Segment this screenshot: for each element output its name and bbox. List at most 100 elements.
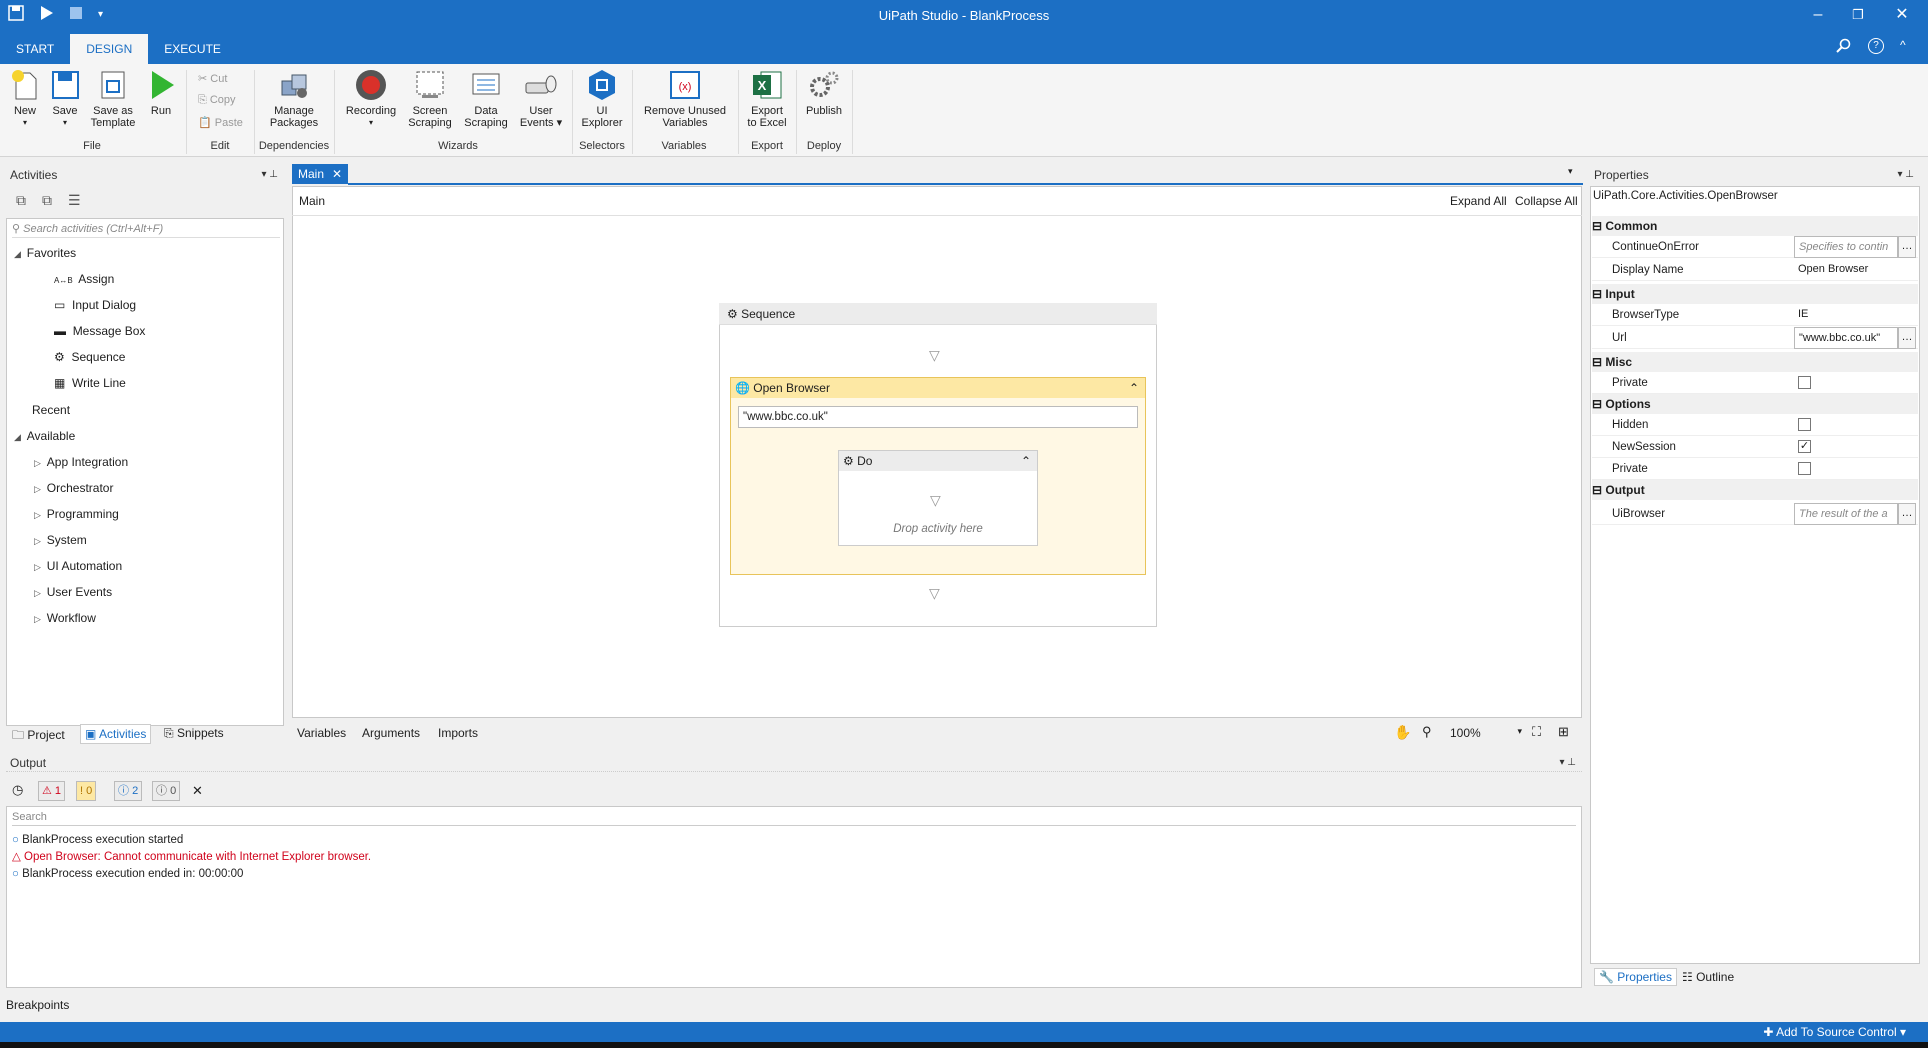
tab-activities[interactable]: ▣ Activities — [80, 724, 152, 744]
tree-item-programming[interactable]: ▷ Programming — [34, 507, 119, 521]
show-hierarchy-icon[interactable]: ☰ — [68, 192, 81, 209]
data-scraping-button[interactable]: Data Scraping — [460, 68, 512, 129]
publish-button[interactable]: Publish — [802, 68, 846, 117]
drop-arrow-icon[interactable]: ▽ — [929, 585, 940, 602]
ellipsis-button[interactable]: … — [1898, 236, 1916, 258]
help-icon[interactable]: ? — [1868, 38, 1884, 54]
timestamp-toggle-icon[interactable]: ◷ — [12, 782, 23, 798]
tab-properties[interactable]: 🔧 Properties — [1594, 968, 1677, 986]
imports-tab[interactable]: Imports — [438, 726, 478, 740]
continue-on-error-input[interactable]: Specifies to contin — [1794, 236, 1898, 258]
tab-design[interactable]: DESIGN — [70, 34, 149, 64]
save-as-template-button[interactable]: Save as Template — [88, 68, 138, 129]
arguments-tab[interactable]: Arguments — [362, 726, 420, 740]
category-options[interactable]: ⊟ Options — [1592, 394, 1918, 414]
recording-button[interactable]: Recording ▾ — [342, 68, 400, 129]
tab-execute[interactable]: EXECUTE — [148, 34, 237, 64]
run-button[interactable]: Run — [144, 68, 178, 117]
tab-snippets[interactable]: ⎘ Snippets — [164, 726, 224, 741]
hidden-checkbox[interactable] — [1798, 418, 1811, 431]
ui-explorer-button[interactable]: UI Explorer — [580, 68, 624, 129]
warnings-filter[interactable]: ! 0 — [76, 781, 97, 801]
search-icon[interactable] — [1836, 38, 1852, 57]
collapse-activity-icon[interactable]: ⌃ — [1129, 378, 1139, 398]
cut-button[interactable]: ✂ Cut — [198, 72, 227, 85]
tree-item-system[interactable]: ▷ System — [34, 533, 87, 547]
category-common[interactable]: ⊟ Common — [1592, 216, 1918, 236]
new-session-checkbox[interactable]: ✓ — [1798, 440, 1811, 453]
document-dropdown-icon[interactable]: ▾ — [1568, 166, 1573, 177]
errors-filter[interactable]: ⚠ 1 — [38, 781, 66, 801]
display-name-input[interactable]: Open Browser — [1794, 259, 1916, 281]
tab-project[interactable]: 🗀 Project — [12, 726, 65, 747]
drop-arrow-icon[interactable]: ▽ — [929, 347, 940, 364]
collapse-ribbon-icon[interactable]: ^ — [1900, 38, 1906, 52]
pin-icon[interactable]: ▾ ⊥ — [1559, 754, 1576, 772]
tree-item-workflow[interactable]: ▷ Workflow — [34, 611, 96, 625]
ellipsis-button[interactable]: … — [1898, 503, 1916, 525]
info-filter[interactable]: ⓘ 2 — [114, 781, 143, 801]
open-browser-url-input[interactable]: "www.bbc.co.uk" — [738, 406, 1138, 428]
zoom-icon[interactable]: ⚲ — [1422, 724, 1432, 740]
options-private-checkbox[interactable] — [1798, 462, 1811, 475]
breakpoints-tab[interactable]: Breakpoints — [6, 998, 69, 1012]
tree-recent[interactable]: Recent — [32, 403, 70, 417]
category-input[interactable]: ⊟ Input — [1592, 284, 1918, 304]
new-button[interactable]: New ▾ — [6, 68, 44, 129]
tree-item-sequence[interactable]: ⚙ Sequence — [54, 350, 125, 364]
tree-item-user-events[interactable]: ▷ User Events — [34, 585, 112, 599]
ui-browser-input[interactable]: The result of the a — [1794, 503, 1898, 525]
pan-hand-icon[interactable]: ✋ — [1394, 724, 1411, 741]
url-input[interactable]: "www.bbc.co.uk" — [1794, 327, 1898, 349]
save-button[interactable]: Save ▾ — [46, 68, 84, 129]
add-to-source-control-button[interactable]: ✚ Add To Source Control ▾ — [1763, 1022, 1906, 1042]
drop-arrow-icon[interactable]: ▽ — [930, 492, 941, 509]
screen-scraping-button[interactable]: Screen Scraping — [404, 68, 456, 129]
trace-filter[interactable]: ⓘ 0 — [152, 781, 181, 801]
misc-private-checkbox[interactable] — [1798, 376, 1811, 389]
overview-icon[interactable]: ⊞ — [1558, 724, 1569, 740]
tree-available[interactable]: ◢ Available — [14, 429, 75, 443]
document-tab-main[interactable]: Main ✕ — [292, 164, 348, 184]
manage-packages-button[interactable]: Manage Packages — [264, 68, 324, 129]
user-events-button[interactable]: User Events ▾ — [516, 68, 566, 129]
pin-icon[interactable]: ▾ ⊥ — [261, 166, 278, 184]
close-tab-icon[interactable]: ✕ — [332, 164, 342, 184]
ellipsis-button[interactable]: … — [1898, 327, 1916, 349]
activities-search-box[interactable]: ⚲ Search activities (Ctrl+Alt+F) — [12, 220, 280, 238]
browser-type-select[interactable]: IE — [1794, 304, 1916, 326]
tree-item-message-box[interactable]: ▬ Message Box — [54, 324, 145, 338]
tree-item-ui-automation[interactable]: ▷ UI Automation — [34, 559, 122, 573]
zoom-select[interactable]: 100% ▾ — [1450, 726, 1522, 740]
breadcrumb[interactable]: Main — [299, 194, 325, 208]
restore-icon[interactable]: ❐ — [1840, 4, 1876, 26]
tree-item-orchestrator[interactable]: ▷ Orchestrator — [34, 481, 113, 495]
tree-item-assign[interactable]: A↔B Assign — [54, 272, 114, 286]
tree-item-app-integration[interactable]: ▷ App Integration — [34, 455, 128, 469]
new-label: New — [13, 105, 36, 117]
clear-output-icon[interactable]: ✕ — [192, 783, 203, 799]
remove-unused-variables-button[interactable]: (x) Remove Unused Variables — [640, 68, 730, 129]
collapse-activity-icon[interactable]: ⌃ — [1021, 451, 1031, 471]
collapse-all-link[interactable]: Collapse All — [1515, 194, 1578, 208]
paste-button[interactable]: 📋 Paste — [198, 116, 243, 129]
copy-button[interactable]: ⎘ Copy — [198, 94, 236, 107]
minimize-icon[interactable]: – — [1800, 4, 1836, 26]
group-variables-label: Variables — [661, 140, 707, 152]
close-icon[interactable]: ✕ — [1884, 4, 1920, 26]
export-to-excel-button[interactable]: X Export to Excel — [744, 68, 790, 129]
category-output[interactable]: ⊟ Output — [1592, 480, 1918, 500]
tab-start[interactable]: START — [0, 34, 70, 64]
expand-all-link[interactable]: Expand All — [1450, 194, 1507, 208]
expand-all-icon[interactable]: ⧉ — [16, 192, 26, 209]
collapse-all-icon[interactable]: ⧉ — [42, 192, 52, 209]
fit-to-screen-icon[interactable]: ⛶ — [1532, 724, 1541, 740]
tab-outline[interactable]: ☷ Outline — [1682, 970, 1734, 984]
category-misc[interactable]: ⊟ Misc — [1592, 352, 1918, 372]
tree-favorites[interactable]: ◢ Favorites — [14, 246, 76, 260]
tree-item-input-dialog[interactable]: ▭ Input Dialog — [54, 298, 136, 312]
variables-tab[interactable]: Variables — [297, 726, 346, 740]
tree-item-write-line[interactable]: ▦ Write Line — [54, 376, 126, 390]
pin-icon[interactable]: ▾ ⊥ — [1897, 166, 1914, 184]
output-search-input[interactable]: Search — [12, 808, 1576, 826]
